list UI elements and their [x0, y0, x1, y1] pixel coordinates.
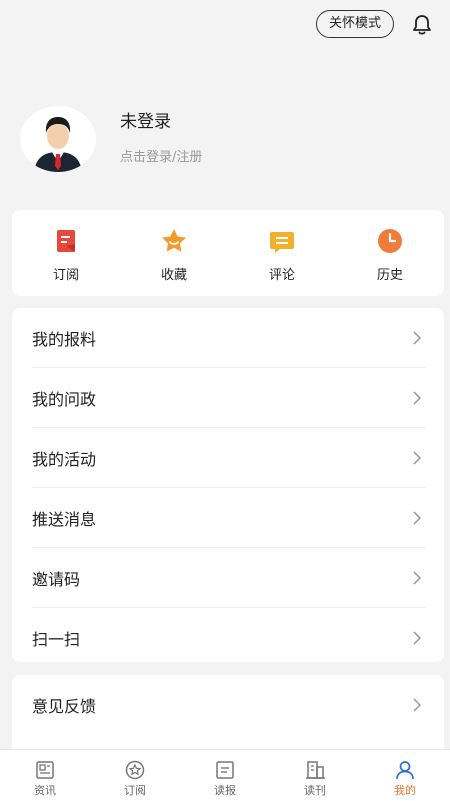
clock-icon [378, 229, 402, 253]
subscribe-tab-icon [125, 760, 145, 780]
menu-push-messages[interactable]: 推送消息 [32, 488, 426, 548]
tab-mine[interactable]: 我的 [360, 750, 450, 801]
profile-section[interactable]: 未登录 点击登录/注册 [20, 106, 202, 172]
chevron-right-icon [413, 630, 422, 645]
tab-label: 读刊 [304, 784, 326, 797]
tab-label: 我的 [394, 784, 416, 797]
newspaper-icon [216, 761, 234, 779]
menu-label: 我的活动 [32, 449, 97, 469]
tab-label: 资讯 [34, 784, 56, 797]
menu-my-activities[interactable]: 我的活动 [32, 428, 426, 488]
tab-subscribe[interactable]: 订阅 [90, 750, 180, 801]
bottom-tab-bar: 资讯 订阅 读报 读刊 我的 [0, 749, 450, 801]
menu-label: 意见反馈 [32, 696, 97, 716]
chevron-right-icon [413, 450, 422, 465]
chevron-right-icon [413, 330, 422, 345]
chevron-right-icon [413, 390, 422, 405]
menu-my-inquiries[interactable]: 我的问政 [32, 368, 426, 428]
menu-label: 邀请码 [32, 569, 81, 589]
tab-label: 订阅 [124, 784, 146, 797]
menu-label: 推送消息 [32, 509, 97, 529]
login-status[interactable]: 未登录 [120, 107, 202, 132]
bell-icon[interactable] [408, 10, 436, 38]
menu-invite-code[interactable]: 邀请码 [32, 548, 426, 608]
menu-group-1: 我的报料 我的问政 我的活动 推送消息 邀请码 扫一扫 [12, 308, 444, 662]
subscribe-icon [57, 230, 75, 252]
avatar[interactable] [20, 106, 96, 172]
menu-label: 我的问政 [32, 389, 97, 409]
tab-label: 读报 [214, 784, 236, 797]
quick-history[interactable]: 历史 [336, 210, 444, 296]
tab-magazine[interactable]: 读刊 [270, 750, 360, 801]
user-icon [396, 761, 414, 780]
quick-comments[interactable]: 评论 [228, 210, 336, 296]
quick-favorites[interactable]: 收藏 [120, 210, 228, 296]
tab-news[interactable]: 资讯 [0, 750, 90, 801]
quick-actions-card: 订阅 收藏 评论 历史 [12, 210, 444, 296]
star-icon [162, 229, 186, 252]
login-register-link[interactable]: 点击登录/注册 [120, 146, 202, 165]
quick-subscribe-label: 订阅 [52, 268, 79, 283]
chevron-right-icon [413, 570, 422, 585]
quick-history-label: 历史 [376, 268, 403, 283]
chevron-right-icon [413, 697, 422, 712]
top-bar: 关怀模式 [315, 10, 436, 38]
menu-group-2: 意见反馈 [12, 675, 444, 755]
quick-favorites-label: 收藏 [160, 268, 187, 283]
magazine-icon [306, 761, 325, 779]
chevron-right-icon [413, 510, 422, 525]
care-mode-button[interactable]: 关怀模式 [315, 10, 394, 38]
news-icon [36, 761, 54, 779]
menu-label: 我的报料 [32, 329, 97, 349]
menu-my-reports[interactable]: 我的报料 [32, 308, 426, 368]
quick-subscribe[interactable]: 订阅 [12, 210, 120, 296]
menu-scan[interactable]: 扫一扫 [32, 608, 426, 667]
quick-comments-label: 评论 [268, 268, 295, 283]
menu-label: 扫一扫 [32, 629, 81, 649]
comment-icon [270, 232, 294, 253]
tab-newspaper[interactable]: 读报 [180, 750, 270, 801]
menu-feedback[interactable]: 意见反馈 [32, 675, 426, 734]
